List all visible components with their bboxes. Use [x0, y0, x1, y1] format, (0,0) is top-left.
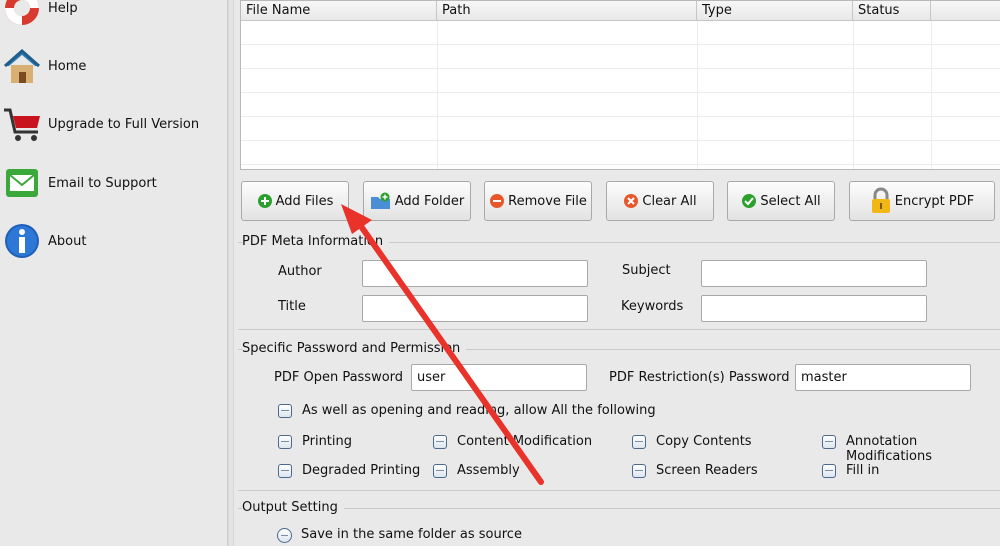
sidebar: Help Home Upgrade to Full Version Email … — [0, 0, 228, 546]
annotation-modifications-label: Annotation Modifications — [846, 434, 933, 464]
copy-contents-label: Copy Contents — [656, 434, 752, 449]
assembly-label: Assembly — [457, 463, 520, 478]
file-table[interactable]: File Name Path Type Status — [240, 0, 1000, 170]
screen-readers-label: Screen Readers — [656, 463, 758, 478]
allow-all-label: As well as opening and reading, allow Al… — [302, 403, 656, 418]
sidebar-item-label: About — [48, 233, 87, 249]
content-modification-checkbox[interactable] — [433, 435, 447, 449]
printing-checkbox[interactable] — [278, 435, 292, 449]
column-file-name[interactable]: File Name — [241, 1, 437, 21]
restriction-password-field[interactable] — [795, 364, 971, 391]
subject-field[interactable] — [701, 260, 927, 287]
table-row[interactable] — [241, 21, 1000, 45]
remove-file-label: Remove File — [508, 193, 587, 209]
keywords-field[interactable] — [701, 295, 927, 322]
open-password-label: PDF Open Password — [274, 370, 404, 385]
add-files-button[interactable]: Add Files — [241, 181, 349, 221]
column-type[interactable]: Type — [697, 1, 853, 21]
allow-all-checkbox[interactable] — [278, 404, 292, 418]
same-folder-radio[interactable] — [277, 528, 292, 543]
restriction-password-label: PDF Restriction(s) Password — [609, 370, 790, 385]
fill-in-label: Fill in — [846, 463, 880, 478]
same-folder-label: Save in the same folder as source — [301, 527, 522, 542]
add-folder-label: Add Folder — [394, 193, 465, 209]
sidebar-item-home[interactable]: Home — [0, 41, 226, 91]
sidebar-item-about[interactable]: About — [0, 216, 226, 266]
clear-all-button[interactable]: Clear All — [606, 181, 714, 221]
screen-readers-checkbox[interactable] — [632, 464, 646, 478]
table-row[interactable] — [241, 93, 1000, 117]
remove-file-button[interactable]: Remove File — [484, 181, 592, 221]
table-row[interactable] — [241, 117, 1000, 141]
fill-in-checkbox[interactable] — [822, 464, 836, 478]
open-password-field[interactable] — [411, 364, 587, 391]
password-permission-title: Specific Password and Permission — [242, 341, 467, 356]
sidebar-item-label: Upgrade to Full Version — [48, 116, 200, 132]
add-files-label: Add Files — [275, 193, 334, 209]
author-field[interactable] — [362, 260, 588, 287]
sidebar-item-email[interactable]: Email to Support — [0, 158, 226, 208]
copy-contents-checkbox[interactable] — [632, 435, 646, 449]
password-permission-group: Specific Password and Permission PDF Ope… — [238, 341, 1000, 491]
sidebar-item-label: Help — [48, 0, 78, 16]
title-label: Title — [278, 299, 306, 314]
add-folder-icon — [370, 192, 390, 209]
lock-icon — [871, 187, 890, 213]
content-modification-label: Content Modification — [457, 434, 593, 449]
column-status[interactable]: Status — [853, 1, 931, 21]
column-path[interactable]: Path — [437, 1, 697, 21]
degraded-printing-checkbox[interactable] — [278, 464, 292, 478]
encrypt-pdf-label: Encrypt PDF — [894, 193, 975, 209]
title-field[interactable] — [362, 295, 588, 322]
sidebar-item-help[interactable]: Help — [0, 0, 226, 33]
main-panel: File Name Path Type Status Add Files Add… — [234, 0, 1000, 546]
table-header: File Name Path Type Status — [241, 1, 1000, 21]
clear-all-label: Clear All — [642, 193, 697, 209]
table-row[interactable] — [241, 69, 1000, 93]
clear-icon — [624, 194, 639, 208]
encrypt-pdf-button[interactable]: Encrypt PDF — [849, 181, 995, 221]
meta-info-group: PDF Meta Information Author Subject Titl… — [238, 234, 1000, 330]
sidebar-item-label: Home — [48, 58, 87, 74]
sidebar-item-label: Email to Support — [48, 175, 157, 191]
output-setting-group: Output Setting Save in the same folder a… — [238, 500, 1000, 546]
output-setting-title: Output Setting — [242, 500, 344, 515]
printing-label: Printing — [302, 434, 353, 449]
subject-label: Subject — [622, 263, 671, 278]
assembly-checkbox[interactable] — [433, 464, 447, 478]
add-folder-button[interactable]: Add Folder — [363, 181, 471, 221]
email-icon — [6, 169, 38, 197]
help-lifebuoy-icon — [5, 0, 39, 25]
table-row[interactable] — [241, 141, 1000, 165]
home-icon — [4, 48, 40, 83]
sidebar-item-upgrade[interactable]: Upgrade to Full Version — [0, 99, 226, 149]
info-icon — [5, 224, 39, 258]
meta-info-title: PDF Meta Information — [242, 234, 390, 249]
remove-icon — [490, 194, 505, 208]
add-icon — [257, 194, 272, 208]
author-label: Author — [278, 264, 322, 279]
table-row[interactable] — [241, 45, 1000, 69]
check-icon — [742, 194, 757, 208]
select-all-button[interactable]: Select All — [727, 181, 835, 221]
degraded-printing-label: Degraded Printing — [302, 463, 421, 478]
keywords-label: Keywords — [621, 299, 684, 314]
select-all-label: Select All — [760, 193, 821, 209]
shopping-cart-icon — [4, 108, 40, 141]
annotation-modifications-checkbox[interactable] — [822, 435, 836, 449]
